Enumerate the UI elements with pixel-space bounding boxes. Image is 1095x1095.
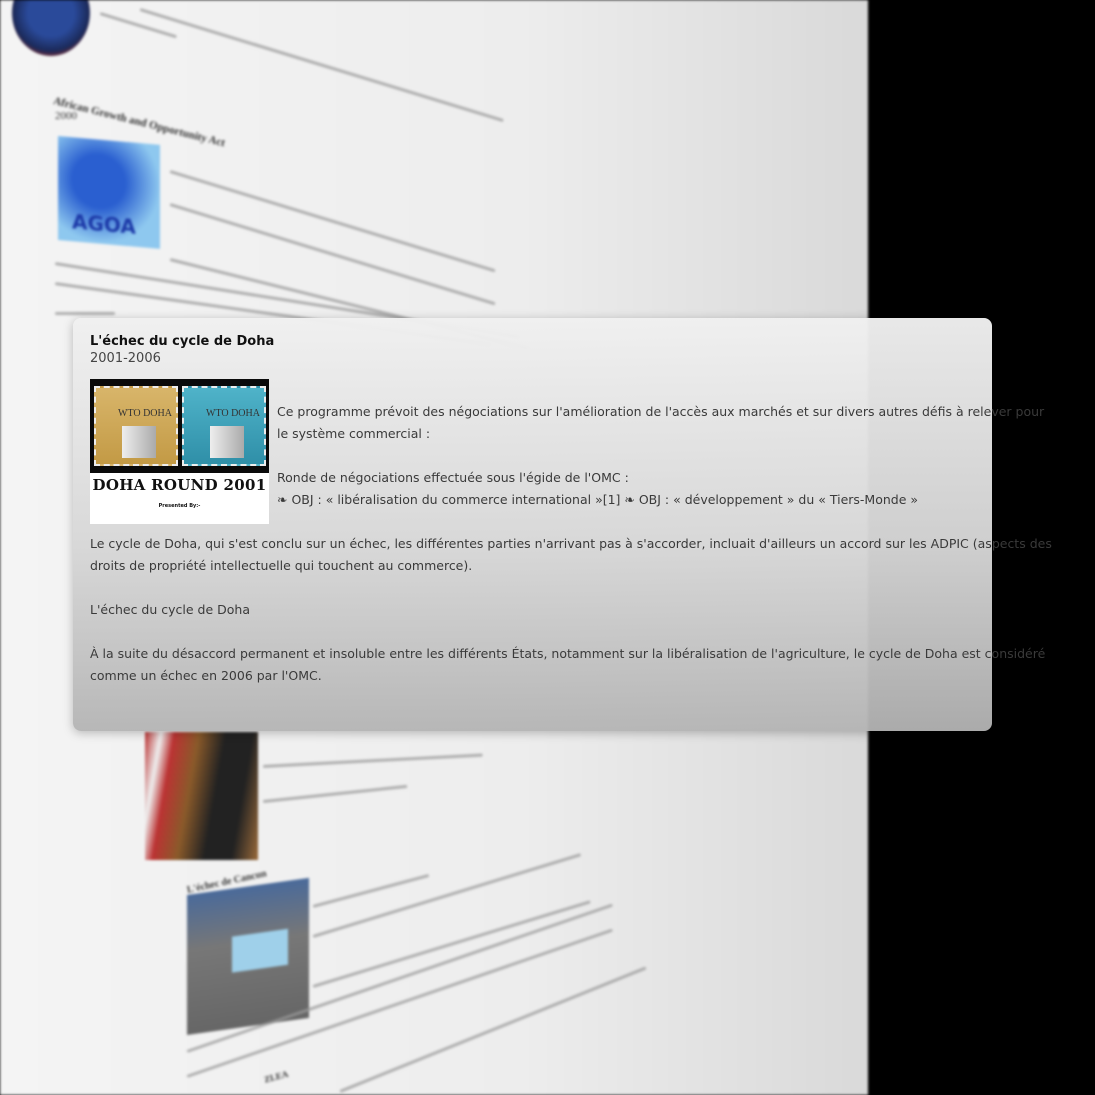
text-line bbox=[55, 312, 115, 315]
paragraph-2-line-2: ❧ OBJ : « libéralisation du commerce int… bbox=[277, 492, 919, 507]
bush-photo bbox=[145, 732, 258, 860]
text-line bbox=[312, 900, 591, 988]
paragraph-3-line-2: droits de propriété intellectuelle qui t… bbox=[90, 558, 473, 573]
paragraph-1-line-2: le système commercial : bbox=[277, 426, 431, 441]
card-subheading: L'échec du cycle de Doha bbox=[90, 602, 250, 617]
agoa-logo: AGOA bbox=[58, 136, 160, 249]
cancun-photo bbox=[187, 877, 309, 1035]
agoa-logo-text: AGOA bbox=[72, 209, 136, 239]
card-title: L'échec du cycle de Doha bbox=[90, 334, 275, 349]
agoa-year: 2000 bbox=[55, 110, 77, 122]
text-line bbox=[312, 873, 430, 908]
paragraph-1-line-1: Ce programme prévoit des négociations su… bbox=[277, 404, 1045, 419]
text-line bbox=[169, 170, 496, 273]
image-presented-by: Presented By:- bbox=[158, 503, 201, 509]
paragraph-4-line-1: À la suite du désaccord permanent et ins… bbox=[90, 646, 1046, 661]
text-line bbox=[339, 966, 647, 1093]
image-headline: DOHA ROUND 2001 bbox=[92, 476, 267, 494]
gold-stamp: WTO DOHA bbox=[94, 386, 178, 466]
zlea-heading: ZLEA bbox=[263, 1068, 290, 1085]
paragraph-3-line-1: Le cycle de Doha, qui s'est conclu sur u… bbox=[90, 536, 1052, 551]
text-line bbox=[262, 753, 483, 768]
text-line bbox=[262, 784, 408, 803]
doha-round-card[interactable]: L'échec du cycle de Doha 2001-2006 WTO D… bbox=[73, 318, 1052, 731]
card-years: 2001-2006 bbox=[90, 351, 161, 366]
paragraph-4-line-2: comme un échec en 2006 par l'OMC. bbox=[90, 668, 322, 683]
doha-round-image: WTO DOHA WTO DOHA DOHA ROUND 2001 Presen… bbox=[90, 379, 269, 524]
emblem-image bbox=[12, 0, 90, 56]
blue-stamp: WTO DOHA bbox=[182, 386, 266, 466]
paragraph-2-line-1: Ronde de négociations effectuée sous l'é… bbox=[277, 470, 629, 485]
text-line bbox=[139, 8, 504, 123]
